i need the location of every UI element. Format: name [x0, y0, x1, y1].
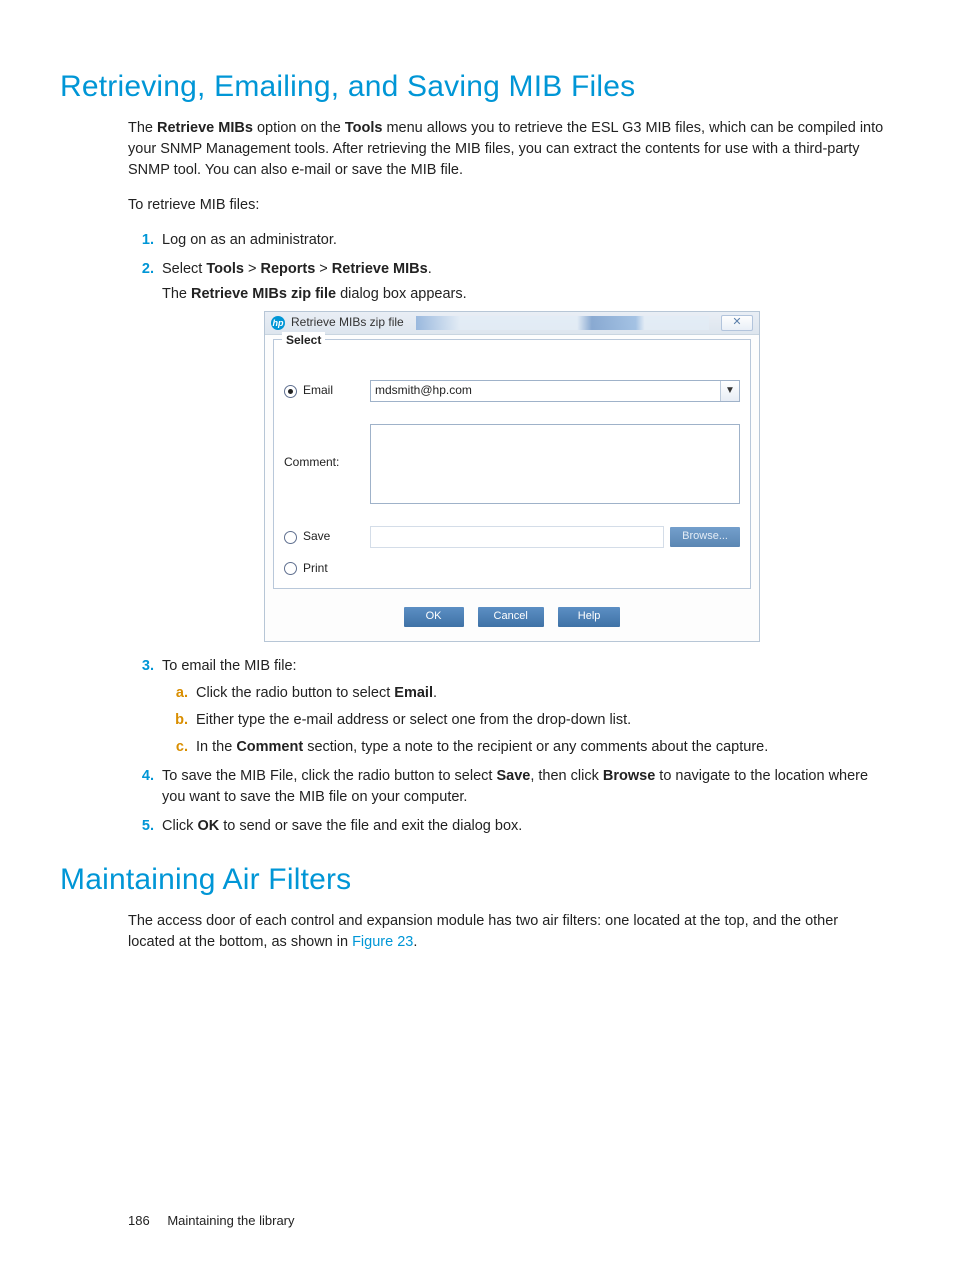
dialog-button-bar: OK Cancel Help — [273, 599, 751, 633]
dialog-titlebar: hp Retrieve MIBs zip file ✕ — [265, 312, 759, 335]
comment-row: Comment: — [284, 424, 740, 504]
print-label: Print — [303, 560, 328, 577]
comment-textarea[interactable] — [370, 424, 740, 504]
email-label: Email — [303, 382, 333, 399]
text: Either type the e-mail address or select… — [196, 712, 631, 728]
save-label: Save — [303, 528, 330, 545]
browse-button[interactable]: Browse... — [670, 527, 740, 547]
bold-email: Email — [394, 685, 433, 701]
hp-logo-icon: hp — [271, 316, 285, 330]
step-5: 5. Click OK to send or save the file and… — [128, 816, 894, 837]
cancel-button[interactable]: Cancel — [478, 607, 544, 627]
titlebar-decoration — [416, 316, 709, 330]
text: . — [428, 261, 432, 277]
text: to send or save the file and exit the di… — [219, 818, 522, 834]
step-text: Log on as an administrator. — [162, 232, 337, 248]
step-2: 2. Select Tools > Reports > Retrieve MIB… — [128, 259, 894, 641]
bold-tools: Tools — [206, 261, 244, 277]
print-radio-group[interactable]: Print — [284, 560, 370, 577]
page-footer: 186 Maintaining the library — [128, 1213, 894, 1228]
text: section, type a note to the recipient or… — [303, 739, 768, 755]
heading-air-filters: Maintaining Air Filters — [60, 863, 894, 897]
comment-label: Comment: — [284, 454, 370, 471]
text: In the — [196, 739, 236, 755]
dialog-screenshot: hp Retrieve MIBs zip file ✕ Select Email — [264, 311, 760, 641]
text: Select — [162, 261, 206, 277]
substep-c: c. In the Comment section, type a note t… — [162, 737, 894, 758]
select-fieldset: Select Email mdsmith@hp.com ▼ — [273, 339, 751, 588]
step-3: 3. To email the MIB file: a. Click the r… — [128, 656, 894, 758]
email-row: Email mdsmith@hp.com ▼ — [284, 380, 740, 402]
text: > — [315, 261, 332, 277]
step-sub: The Retrieve MIBs zip file dialog box ap… — [162, 284, 894, 305]
bold-retrieve-mibs: Retrieve MIBs — [332, 261, 428, 277]
fieldset-legend: Select — [282, 332, 325, 349]
text: The access door of each control and expa… — [128, 913, 838, 950]
text: To save the MIB File, click the radio bu… — [162, 768, 496, 784]
step-marker: 2. — [128, 259, 154, 280]
step-marker: 3. — [128, 656, 154, 677]
bold-retrieve-mibs: Retrieve MIBs — [157, 120, 253, 136]
ok-button[interactable]: OK — [404, 607, 464, 627]
heading-retrieving: Retrieving, Emailing, and Saving MIB Fil… — [60, 70, 894, 104]
step-marker: 4. — [128, 766, 154, 787]
help-button[interactable]: Help — [558, 607, 621, 627]
close-button[interactable]: ✕ — [721, 315, 753, 331]
air-filters-block: The access door of each control and expa… — [128, 911, 884, 953]
radio-save[interactable] — [284, 531, 297, 544]
save-row: Save Browse... — [284, 526, 740, 548]
text: , then click — [530, 768, 603, 784]
figure-link[interactable]: Figure 23 — [352, 934, 413, 950]
radio-email[interactable] — [284, 385, 297, 398]
radio-print[interactable] — [284, 562, 297, 575]
bold-browse: Browse — [603, 768, 655, 784]
bold-dialog-name: Retrieve MIBs zip file — [191, 286, 336, 302]
email-radio-group[interactable]: Email — [284, 382, 370, 399]
chevron-down-icon[interactable]: ▼ — [721, 381, 739, 401]
text: Click — [162, 818, 197, 834]
page: Retrieving, Emailing, and Saving MIB Fil… — [0, 0, 954, 1268]
text: option on the — [253, 120, 345, 136]
bold-reports: Reports — [260, 261, 315, 277]
save-path-input[interactable] — [370, 526, 664, 548]
substep-marker: b. — [162, 710, 188, 731]
text: Click the radio button to select — [196, 685, 394, 701]
bold-comment: Comment — [236, 739, 303, 755]
save-radio-group[interactable]: Save — [284, 528, 370, 545]
email-combobox[interactable]: mdsmith@hp.com ▼ — [370, 380, 740, 402]
numbered-steps: 1. Log on as an administrator. 2. Select… — [128, 230, 894, 837]
substep-a: a. Click the radio button to select Emai… — [162, 683, 894, 704]
dialog-content: Select Email mdsmith@hp.com ▼ — [265, 335, 759, 640]
substep-marker: a. — [162, 683, 188, 704]
step-1: 1. Log on as an administrator. — [128, 230, 894, 251]
text: The — [162, 286, 191, 302]
bold-ok: OK — [197, 818, 219, 834]
air-filters-paragraph: The access door of each control and expa… — [128, 911, 884, 953]
step-text: Select Tools > Reports > Retrieve MIBs. — [162, 261, 432, 277]
intro-paragraph: The Retrieve MIBs option on the Tools me… — [128, 118, 884, 181]
footer-label: Maintaining the library — [167, 1213, 294, 1228]
step-4: 4. To save the MIB File, click the radio… — [128, 766, 894, 808]
step-marker: 1. — [128, 230, 154, 251]
text: > — [244, 261, 261, 277]
substep-b: b. Either type the e-mail address or sel… — [162, 710, 894, 731]
dialog-window: hp Retrieve MIBs zip file ✕ Select Email — [264, 311, 760, 641]
dialog-title: Retrieve MIBs zip file — [291, 314, 404, 331]
intro-lead: To retrieve MIB files: — [128, 195, 884, 216]
text: dialog box appears. — [336, 286, 467, 302]
step-marker: 5. — [128, 816, 154, 837]
bold-save: Save — [496, 768, 530, 784]
email-value[interactable]: mdsmith@hp.com — [371, 381, 721, 401]
bold-tools: Tools — [345, 120, 383, 136]
substep-marker: c. — [162, 737, 188, 758]
step-text: To email the MIB file: — [162, 658, 297, 674]
substeps: a. Click the radio button to select Emai… — [162, 683, 894, 758]
text: . — [433, 685, 437, 701]
intro-block: The Retrieve MIBs option on the Tools me… — [128, 118, 884, 216]
print-row: Print — [284, 560, 740, 577]
page-number: 186 — [128, 1213, 150, 1228]
text: The — [128, 120, 157, 136]
text: . — [413, 934, 417, 950]
